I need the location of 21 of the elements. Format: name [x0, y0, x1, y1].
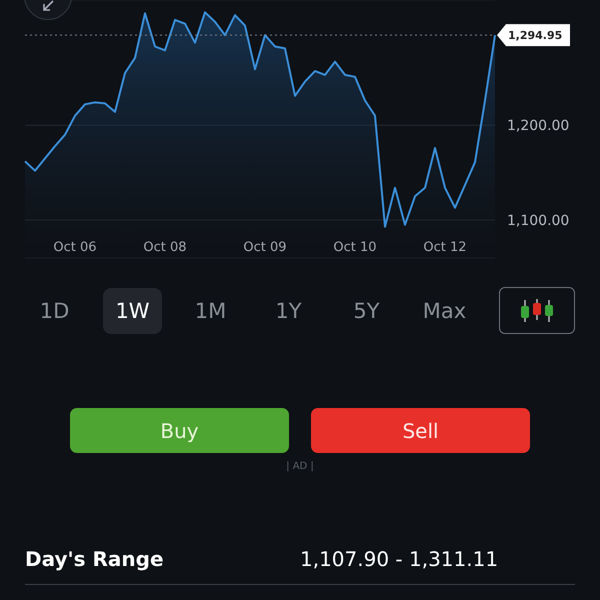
- timeframe-tab[interactable]: 1Y: [259, 288, 318, 334]
- stat-label: Day's Range: [25, 547, 165, 571]
- timeframe-tab[interactable]: 1W: [103, 288, 162, 334]
- price-label: 1,294.95: [508, 29, 562, 42]
- candlestick-icon: [518, 298, 556, 324]
- x-axis-label: Oct 08: [143, 240, 187, 255]
- timeframe-tab[interactable]: 1D: [25, 288, 84, 334]
- chart-type-button[interactable]: [499, 287, 575, 334]
- stat-value: 1,107.90 - 1,311.11: [300, 547, 498, 571]
- timeframe-tab[interactable]: 1M: [181, 288, 240, 334]
- trade-button[interactable]: Sell: [311, 408, 530, 453]
- y-axis-label: 1,100.00: [507, 213, 570, 230]
- x-axis-label: Oct 06: [53, 240, 97, 255]
- x-axis-label: Oct 12: [423, 240, 467, 255]
- timeframe-tab[interactable]: Max: [415, 288, 474, 334]
- x-axis-label: Oct 10: [333, 240, 377, 255]
- y-axis-label: 1,200.00: [507, 118, 570, 134]
- timeframe-tab[interactable]: 5Y: [337, 288, 396, 334]
- ad-label: | AD |: [286, 461, 314, 472]
- x-axis-label: Oct 09: [243, 240, 287, 255]
- collapse-icon: [41, 0, 55, 13]
